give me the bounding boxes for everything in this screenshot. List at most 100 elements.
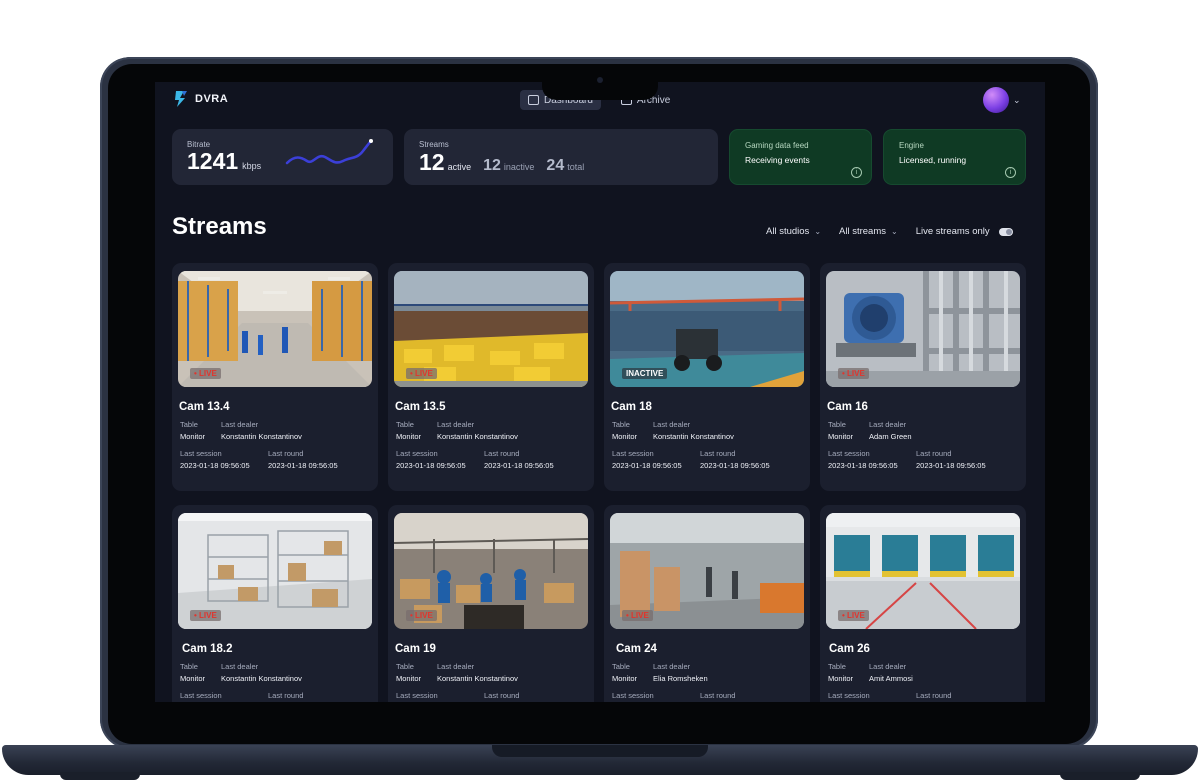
table-label: Table [180,662,198,671]
session-field: Last session 2023-01-18 09:56:05 [828,448,898,472]
streams-card: Streams 12 active 12 inactive 24 total [404,129,718,185]
filters-bar: All studios ⌄ All streams ⌄ Live streams… [766,226,1013,237]
app-name: DVRA [195,93,229,105]
stream-thumbnail[interactable]: • LIVE [610,513,804,629]
dealer-field: Last dealer Amit Ammosi [869,661,913,685]
dealer-value: Konstantin Konstantinov [653,432,734,441]
dealer-label: Last dealer [437,420,475,429]
chevron-down-icon: ⌄ [891,227,898,236]
dealer-field: Last dealer Konstantin Konstantinov [221,419,302,443]
engine-card: Engine Licensed, running i [883,129,1026,185]
stream-card[interactable]: • LIVE Cam 24 Table Monitor Last dealer El… [604,505,810,702]
table-value: Monitor [180,432,206,441]
streams-dropdown-label: All streams [839,226,886,237]
table-field: Table Monitor [612,661,637,685]
session-label: Last session [396,449,438,458]
gaming-feed-card: Gaming data feed Receiving events i [729,129,872,185]
live-only-toggle-wrap: Live streams only [916,226,1013,237]
dealer-value: Konstantin Konstantinov [437,674,518,683]
dealer-field: Last dealer Konstantin Konstantinov [437,419,518,443]
session-label: Last session [828,449,870,458]
chevron-down-icon: ⌄ [814,227,822,236]
webcam [597,77,603,83]
dealer-label: Last dealer [221,420,259,429]
session-label: Last session [396,691,438,700]
bitrate-unit: kbps [242,161,262,171]
live-only-toggle[interactable] [998,227,1013,236]
session-label: Last session [180,691,222,700]
laptop-foot-left [60,772,140,780]
stream-thumbnail[interactable]: • LIVE [178,271,372,387]
round-label: Last round [916,691,952,700]
live-only-label: Live streams only [915,226,990,237]
engine-label: Engine [899,141,924,150]
stream-card[interactable]: • LIVE Cam 18.2 Table Monitor Last dealer… [172,505,378,702]
stream-card[interactable]: • LIVE Cam 13.5 Table Monitor Last dealer… [388,263,594,491]
avatar [983,87,1009,113]
dealer-field: Last dealer Adam Green [869,419,912,443]
camera-name: Cam 19 [395,643,436,655]
session-label: Last session [612,691,654,700]
live-badge: • LIVE [190,610,221,621]
info-icon[interactable]: i [1005,167,1016,178]
camera-name: Cam 18.2 [182,643,233,655]
active-count: 12 [419,149,445,175]
round-field: Last round [268,690,303,702]
stream-thumbnail[interactable]: INACTIVE [610,271,804,387]
dealer-label: Last dealer [221,662,259,671]
stream-card[interactable]: • LIVE Cam 16 Table Monitor Last dealer Ad… [820,263,1026,491]
stream-card[interactable]: • LIVE Cam 13.4 Table Monitor Last dealer… [172,263,378,491]
total-word: total [567,162,585,172]
round-label: Last round [268,691,304,700]
table-field: Table Monitor [828,419,853,443]
monitor-icon [528,95,539,105]
stream-thumbnail[interactable]: • LIVE [826,271,1020,387]
dealer-value: Amit Ammosi [869,674,913,683]
dealer-label: Last dealer [653,662,691,671]
stream-thumbnail[interactable]: • LIVE [178,513,372,629]
stream-thumbnail[interactable]: • LIVE [394,513,588,629]
user-menu[interactable]: ⌄ [983,87,1021,113]
camera-name: Cam 26 [829,643,870,655]
table-value: Monitor [396,674,422,683]
round-value: 2023-01-18 09:56:05 [268,461,338,470]
brand-logo[interactable]: DVRA [173,90,228,108]
camera-name: Cam 13.4 [179,401,230,413]
active-word: active [447,162,472,172]
total-count: 24 [546,157,565,174]
camera-name: Cam 18 [611,401,652,413]
round-label: Last round [268,449,304,458]
table-label: Table [180,420,198,429]
stream-thumbnail[interactable]: • LIVE [394,271,588,387]
table-label: Table [612,420,630,429]
dealer-label: Last dealer [869,662,907,671]
session-field: Last session 2023-01-18 09:56:05 [396,448,466,472]
studios-dropdown[interactable]: All studios ⌄ [766,226,821,237]
info-icon[interactable]: i [851,167,862,178]
streams-label: Streams [419,140,449,149]
session-value: 2023-01-18 09:56:05 [612,461,682,470]
table-value: Monitor [180,674,206,683]
bitrate-sparkline [285,139,373,165]
round-field: Last round 2023-01-18 09:56:05 [700,448,770,472]
stream-thumbnail[interactable]: • LIVE [826,513,1020,629]
dealer-field: Last dealer Elia Romsheken [653,661,708,685]
engine-status: Licensed, running [899,155,967,165]
laptop-foot-right [1060,772,1140,780]
stream-card[interactable]: INACTIVE Cam 18 Table Monitor Last dealer… [604,263,810,491]
round-value: 2023-01-18 09:56:05 [916,461,986,470]
camera-name: Cam 13.5 [395,401,446,413]
streams-dropdown[interactable]: All streams ⌄ [839,226,898,237]
stream-card[interactable]: • LIVE Cam 26 Table Monitor Last dealer Am… [820,505,1026,702]
camera-name: Cam 16 [827,401,868,413]
table-value: Monitor [396,432,422,441]
live-badge: • LIVE [190,368,221,379]
stream-card[interactable]: • LIVE Cam 19 Table Monitor Last dealer Ko… [388,505,594,702]
round-label: Last round [700,691,736,700]
session-label: Last session [612,449,654,458]
table-value: Monitor [828,674,854,683]
dealer-label: Last dealer [653,420,691,429]
dealer-value: Konstantin Konstantinov [221,674,302,683]
dealer-value: Adam Green [869,432,912,441]
live-badge: • LIVE [406,610,437,621]
